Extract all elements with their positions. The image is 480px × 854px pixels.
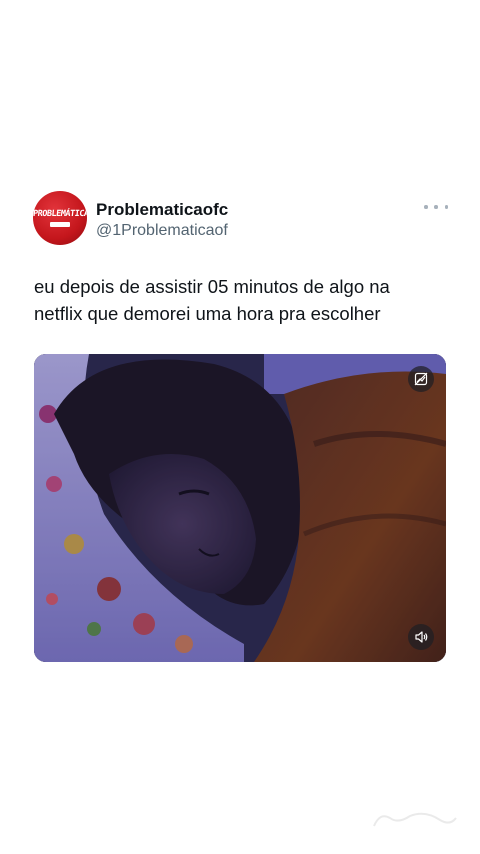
- volume-icon[interactable]: [408, 624, 434, 650]
- image-description-icon[interactable]: [408, 366, 434, 392]
- tweet-text-line: eu depois de assistir 05 minutos de algo…: [34, 276, 390, 297]
- more-horizontal-icon-dot: [434, 205, 438, 209]
- author-handle[interactable]: @1Problematicaof: [96, 222, 228, 240]
- tweet-text: eu depois de assistir 05 minutos de algo…: [34, 273, 444, 327]
- more-horizontal-icon-dot: [424, 205, 428, 209]
- tweet-text-line: netflix que demorei uma hora pra escolhe…: [34, 303, 381, 324]
- tweet-card: PROBLEMÁTICA Problematicaofc @1Problemat…: [20, 178, 460, 678]
- avatar-logo-text: PROBLEMÁTICA: [33, 209, 87, 219]
- more-horizontal-icon-dot: [444, 205, 448, 209]
- video-frame: [34, 354, 446, 662]
- avatar[interactable]: PROBLEMÁTICA: [33, 191, 87, 245]
- more-options-button[interactable]: [424, 200, 448, 214]
- avatar-logo-subline: [50, 222, 70, 227]
- watermark-logo: [373, 812, 457, 827]
- tweet-video[interactable]: [34, 354, 446, 662]
- author-display-name[interactable]: Problematicaofc: [96, 200, 228, 220]
